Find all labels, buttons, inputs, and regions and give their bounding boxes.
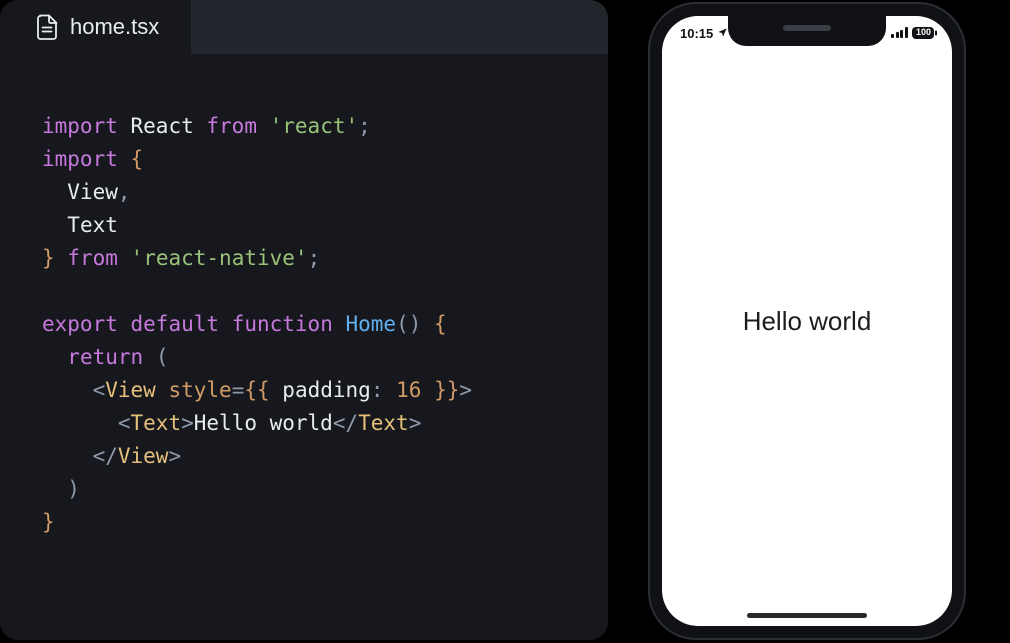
space [270, 378, 283, 402]
brace: } [42, 246, 55, 270]
keyword-from: from [206, 114, 257, 138]
editor-tab-bar: home.tsx [0, 0, 608, 54]
phone-screen: 10:15 100 Hello world [662, 16, 952, 626]
keyword-import: import [42, 114, 118, 138]
number-literal: 16 [396, 378, 421, 402]
identifier: View [67, 180, 118, 204]
jsx-punct: </ [333, 411, 358, 435]
brace: {{ [244, 378, 269, 402]
jsx-punct: > [409, 411, 422, 435]
jsx-punct: > [168, 444, 181, 468]
brace: }} [434, 378, 459, 402]
brace: { [131, 147, 144, 171]
punct: ) [67, 477, 80, 501]
keyword-export: export [42, 312, 118, 336]
app-content: Hello world [662, 16, 952, 626]
home-indicator [747, 613, 867, 618]
space [156, 378, 169, 402]
jsx-punct: </ [93, 444, 118, 468]
brace: } [42, 510, 55, 534]
punct: , [118, 180, 131, 204]
keyword-from: from [67, 246, 118, 270]
phone-mock: 10:15 100 Hello world [648, 2, 966, 640]
jsx-tag: View [105, 378, 156, 402]
space [383, 378, 396, 402]
punct: () [396, 312, 421, 336]
keyword-function: function [232, 312, 333, 336]
string-literal: 'react' [270, 114, 359, 138]
jsx-punct: > [181, 411, 194, 435]
identifier: React [131, 114, 194, 138]
jsx-attr: style [168, 378, 231, 402]
prop-name: padding [282, 378, 371, 402]
punct: ; [358, 114, 371, 138]
string-literal: 'react-native' [131, 246, 308, 270]
identifier: Text [67, 213, 118, 237]
editor-tab-strip [191, 0, 608, 54]
jsx-tag: Text [358, 411, 409, 435]
hello-world-text: Hello world [743, 306, 872, 337]
jsx-text: Hello world [194, 411, 333, 435]
punct: ( [156, 345, 169, 369]
function-name: Home [346, 312, 397, 336]
keyword-import: import [42, 147, 118, 171]
punct: : [371, 378, 384, 402]
space [421, 312, 434, 336]
jsx-tag: View [118, 444, 169, 468]
jsx-punct: < [93, 378, 106, 402]
punct: ; [308, 246, 321, 270]
editor-tab-label: home.tsx [70, 14, 159, 40]
jsx-punct: > [459, 378, 472, 402]
punct: = [232, 378, 245, 402]
editor-tab-home[interactable]: home.tsx [0, 0, 191, 54]
space [421, 378, 434, 402]
jsx-punct: < [118, 411, 131, 435]
file-icon [36, 14, 58, 40]
code-editor-pane: home.tsx import React from 'react'; impo… [0, 0, 608, 640]
code-area[interactable]: import React from 'react'; import { View… [0, 54, 608, 539]
keyword-return: return [67, 345, 143, 369]
keyword-default: default [131, 312, 220, 336]
brace: { [434, 312, 447, 336]
jsx-tag: Text [131, 411, 182, 435]
